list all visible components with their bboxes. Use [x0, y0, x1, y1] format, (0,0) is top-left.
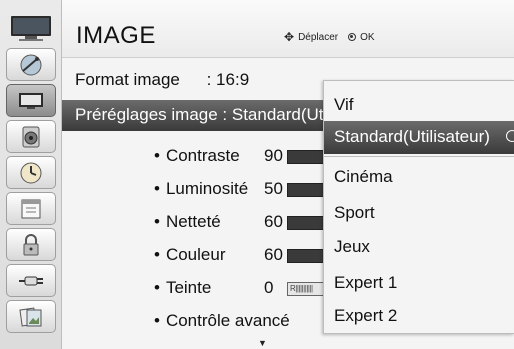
setting-label: Teinte [165, 278, 212, 297]
preset-option-expert-1[interactable]: Expert 1 [334, 273, 397, 293]
preset-dropdown: Vif Standard(Utilisateur) Cinéma Sport J… [323, 80, 514, 334]
setup-satellite-button[interactable] [6, 48, 56, 81]
ok-hint-label: OK [360, 31, 375, 43]
menu-header: IMAGE ✥ Déplacer OK [62, 0, 514, 58]
bullet: • [154, 212, 160, 231]
page-title: IMAGE [76, 22, 156, 49]
setting-label: Netteté [165, 212, 221, 231]
preset-option-standard[interactable]: Standard(Utilisateur) [324, 121, 514, 154]
clock-icon [20, 162, 42, 183]
setting-contrast[interactable]: • Contraste 90 [154, 146, 347, 166]
input-menu-button[interactable] [6, 264, 56, 297]
photo-album-icon [19, 307, 42, 326]
bullet: • [154, 179, 160, 198]
setting-advanced-control[interactable]: • Contrôle avancé [154, 311, 290, 331]
picture-icon [19, 92, 43, 109]
time-menu-button[interactable] [6, 156, 56, 189]
input-plug-icon [19, 276, 43, 285]
setting-label: Luminosité [165, 179, 249, 198]
bullet: • [154, 146, 160, 165]
tv-icon [6, 14, 56, 42]
lock-icon [23, 233, 39, 255]
format-label: Format image [75, 70, 180, 89]
selected-radio-icon [506, 130, 514, 142]
bullet: • [154, 311, 160, 330]
preset-option-vif[interactable]: Vif [334, 95, 354, 115]
setting-color[interactable]: • Couleur 60 [154, 245, 347, 265]
audio-menu-button[interactable] [6, 120, 56, 153]
preset-option-expert-2[interactable]: Expert 2 [334, 306, 397, 326]
navigation-hint: ✥ Déplacer OK [284, 30, 375, 44]
setting-label: Contrôle avancé [165, 311, 290, 330]
setting-brightness[interactable]: • Luminosité 50 [154, 179, 347, 199]
preset-option-label: Standard(Utilisateur) [334, 127, 490, 146]
divider [324, 156, 514, 157]
calendar-icon [21, 199, 41, 218]
category-sidebar [0, 0, 62, 349]
speaker-icon [22, 126, 40, 147]
setting-label: Couleur [165, 245, 226, 264]
preset-option-cinema[interactable]: Cinéma [334, 167, 393, 187]
preset-option-sport[interactable]: Sport [334, 203, 375, 223]
satellite-dish-icon [20, 54, 42, 75]
setting-sharpness[interactable]: • Netteté 60 [154, 212, 347, 232]
bullet: • [154, 278, 160, 297]
lock-menu-button[interactable] [6, 228, 56, 261]
setting-tint[interactable]: • Teinte 0 R||||||||||| [154, 278, 347, 298]
ok-button-icon [348, 33, 357, 41]
tv-menu-screen: IMAGE ✥ Déplacer OK Format image : 16:9 … [0, 0, 514, 349]
usb-menu-button[interactable] [6, 300, 56, 333]
options-menu-button[interactable] [6, 192, 56, 225]
setting-label: Contraste [165, 146, 240, 165]
preset-option-jeux[interactable]: Jeux [334, 237, 370, 257]
picture-menu-button[interactable] [6, 84, 56, 117]
move-hint-label: Déplacer [298, 31, 339, 43]
format-value: : 16:9 [206, 70, 250, 89]
preset-label: Préréglages image : Standard(Utilis [75, 105, 344, 124]
move-arrows-icon: ✥ [284, 30, 295, 44]
scroll-down-icon[interactable]: ▼ [258, 338, 267, 348]
bullet: • [154, 245, 160, 264]
